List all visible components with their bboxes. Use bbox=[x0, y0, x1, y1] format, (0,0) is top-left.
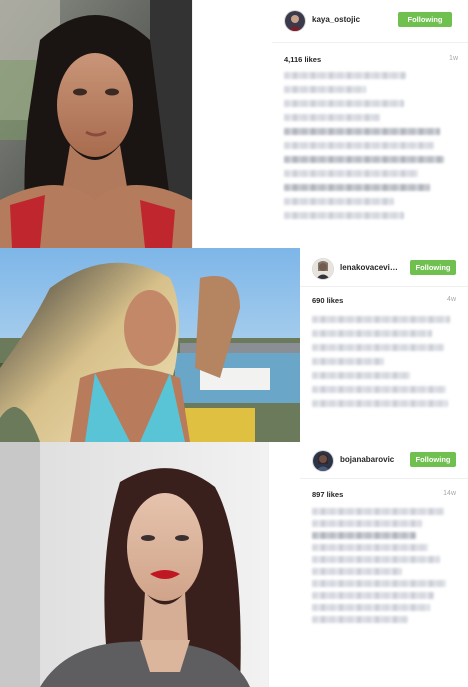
blurred-text-line bbox=[312, 400, 448, 407]
username-link[interactable]: kaya_ostojic bbox=[312, 15, 407, 24]
blurred-text-line bbox=[284, 212, 404, 219]
blurred-text-line bbox=[312, 604, 430, 611]
woman-red-lips-selfie-photo bbox=[0, 442, 268, 687]
following-button[interactable]: Following bbox=[398, 12, 452, 27]
post-side-panel: lenakovacevic_o... Following 690 likes 4… bbox=[300, 248, 468, 442]
blurred-text-line bbox=[312, 358, 384, 365]
woman-blonde-waterfront-photo bbox=[0, 248, 300, 442]
post-photo[interactable] bbox=[0, 0, 192, 248]
likes-count[interactable]: 4,116 likes bbox=[284, 55, 321, 64]
woman-selfie-car-photo bbox=[0, 0, 192, 248]
blurred-text-line bbox=[312, 532, 416, 539]
post-header: bojanabarovic Following bbox=[300, 442, 468, 479]
blurred-text-line bbox=[284, 170, 418, 177]
post-photo[interactable] bbox=[0, 442, 268, 687]
blurred-text-line bbox=[312, 372, 410, 379]
divider bbox=[192, 0, 193, 248]
post-card: bojanabarovic Following 897 likes 14w bbox=[0, 442, 468, 687]
post-side-panel: kaya_ostojic Following 4,116 likes 1w bbox=[272, 0, 468, 248]
blurred-text-line bbox=[312, 386, 446, 393]
avatar[interactable] bbox=[284, 10, 306, 32]
avatar[interactable] bbox=[312, 258, 334, 280]
blurred-text-line bbox=[284, 198, 394, 205]
following-button[interactable]: Following bbox=[410, 452, 456, 467]
blurred-text-line bbox=[312, 556, 440, 563]
post-side-panel: bojanabarovic Following 897 likes 14w bbox=[300, 442, 468, 687]
blurred-text-line bbox=[284, 114, 380, 121]
likes-count[interactable]: 690 likes bbox=[312, 296, 343, 305]
post-age[interactable]: 4w bbox=[447, 296, 456, 303]
post-card: kaya_ostojic Following 4,116 likes 1w bbox=[0, 0, 468, 248]
divider bbox=[268, 442, 269, 687]
blurred-text-line bbox=[312, 592, 434, 599]
blurred-text-line bbox=[312, 520, 422, 527]
following-button[interactable]: Following bbox=[410, 260, 456, 275]
blurred-text-line bbox=[312, 508, 444, 515]
blurred-text-line bbox=[312, 316, 450, 323]
blurred-text-line bbox=[312, 544, 428, 551]
avatar[interactable] bbox=[312, 450, 334, 472]
post-header: kaya_ostojic Following bbox=[272, 0, 468, 43]
post-age[interactable]: 1w bbox=[449, 55, 458, 62]
blurred-text-line bbox=[284, 100, 404, 107]
blurred-text-line bbox=[284, 128, 440, 135]
blurred-text-line bbox=[284, 156, 444, 163]
username-link[interactable]: bojanabarovic bbox=[340, 455, 406, 464]
blurred-text-line bbox=[312, 344, 444, 351]
avatar-image-icon bbox=[313, 451, 333, 471]
avatar-image-icon bbox=[285, 11, 305, 31]
post-age[interactable]: 14w bbox=[443, 490, 456, 497]
post-header: lenakovacevic_o... Following bbox=[300, 248, 468, 287]
blurred-text-line bbox=[284, 72, 406, 79]
blurred-text-line bbox=[284, 86, 366, 93]
likes-count[interactable]: 897 likes bbox=[312, 490, 343, 499]
blurred-text-line bbox=[312, 330, 432, 337]
username-link[interactable]: lenakovacevic_o... bbox=[340, 263, 402, 272]
post-card: lenakovacevic_o... Following 690 likes 4… bbox=[0, 248, 468, 442]
post-photo[interactable] bbox=[0, 248, 300, 442]
blurred-text-line bbox=[284, 142, 434, 149]
blurred-text-line bbox=[284, 184, 430, 191]
avatar-image-icon bbox=[313, 259, 333, 279]
blurred-text-line bbox=[312, 568, 402, 575]
blurred-text-line bbox=[312, 580, 446, 587]
blurred-text-line bbox=[312, 616, 408, 623]
